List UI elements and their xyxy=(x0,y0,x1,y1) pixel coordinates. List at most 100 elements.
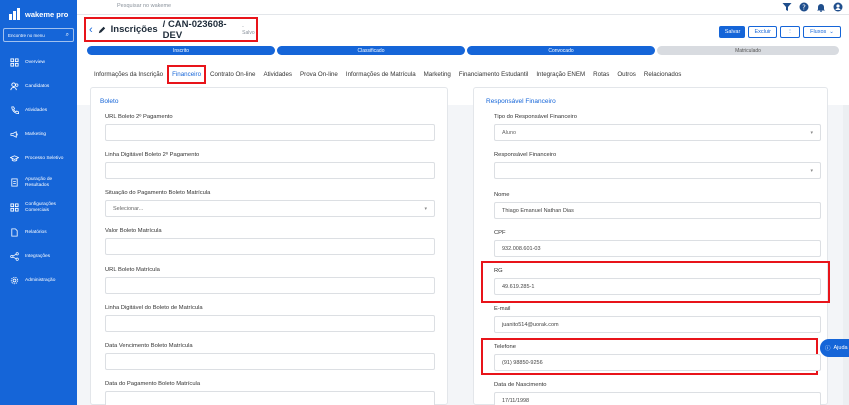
field-label: Linha Digitável Boleto 2º Pagamento xyxy=(105,152,200,158)
sidebar-item-processo-seletivo[interactable]: Processo Seletivo xyxy=(0,146,77,170)
svg-text:?: ? xyxy=(802,4,806,12)
title-module: Inscrições xyxy=(110,24,158,35)
tab-informacoes-inscricao[interactable]: Informações da Inscrição xyxy=(90,71,167,78)
field-label: Data Vencimento Boleto Matrícula xyxy=(105,343,193,349)
rg-input[interactable]: 49.619.285-1 xyxy=(494,278,821,295)
flows-dropdown[interactable]: Fluxos ⌄ xyxy=(803,26,841,38)
email-input[interactable]: juanito514@uorak.com xyxy=(494,316,821,333)
help-icon[interactable]: ? xyxy=(799,2,809,12)
search-icon: ⌕ xyxy=(65,31,69,38)
brand-name: wakeme pro xyxy=(25,9,69,19)
sidebar-item-atividades[interactable]: Atividades xyxy=(0,98,77,122)
sidebar-item-label: Relatórios xyxy=(25,229,47,235)
cpf-input[interactable]: 932.008.601-03 xyxy=(494,240,821,257)
help-label: Ajuda xyxy=(833,345,848,351)
edit-pencil-icon[interactable] xyxy=(98,21,106,39)
sidebar-item-integracoes[interactable]: Integrações xyxy=(0,244,77,268)
sidebar-item-administracao[interactable]: Administração xyxy=(0,268,77,292)
save-button[interactable]: Salvar xyxy=(719,26,746,38)
field-label: E-mail xyxy=(494,306,511,312)
stage-convocado[interactable]: Convocado xyxy=(467,46,655,55)
url-boleto-matricula-input[interactable] xyxy=(105,277,435,294)
linha-digitavel-2-pagamento-input[interactable] xyxy=(105,162,435,179)
field-label: Nome xyxy=(494,192,510,198)
back-arrow-icon[interactable]: ‹ xyxy=(89,24,93,36)
more-options-button[interactable]: ⋮ xyxy=(780,26,800,38)
responsavel-financeiro-panel: Responsável Financeiro Tipo do Responsáv… xyxy=(473,87,830,405)
valor-boleto-input[interactable] xyxy=(105,238,435,255)
tab-marketing[interactable]: Marketing xyxy=(420,71,455,78)
sidebar-item-label: Configurações Comerciais xyxy=(25,201,56,213)
field-label: URL Boleto Matrícula xyxy=(105,267,160,273)
phone-icon xyxy=(10,105,19,115)
question-icon: ⓘ xyxy=(825,346,831,352)
panel-title: Boleto xyxy=(100,98,119,105)
menu-search-input[interactable]: Encontre no menu ⌕ xyxy=(3,28,74,42)
field-label: Tipo do Responsável Financeiro xyxy=(494,114,577,120)
page-scrollbar[interactable] xyxy=(843,105,849,405)
tab-rotas[interactable]: Rotas xyxy=(589,71,613,78)
chevron-down-icon: ⌄ xyxy=(829,29,834,35)
logo-icon xyxy=(9,8,20,20)
stage-matriculado[interactable]: Matriculado xyxy=(657,46,839,55)
tipo-responsavel-select[interactable]: Aluno ▾ xyxy=(494,124,821,141)
sidebar-item-overview[interactable]: Overview xyxy=(0,50,77,74)
brand-logo[interactable]: wakeme pro xyxy=(0,0,77,28)
sidebar-item-relatorios[interactable]: Relatórios xyxy=(0,220,77,244)
select-value: Aluno xyxy=(502,129,517,136)
data-nascimento-input[interactable]: 17/11/1998 xyxy=(494,392,821,405)
tab-financeiro[interactable]: Financeiro xyxy=(167,65,207,84)
data-pagamento-input[interactable] xyxy=(105,391,435,405)
sidebar-item-label: Apuração de Resultados xyxy=(25,176,53,188)
menu-search-placeholder: Encontre no menu xyxy=(8,32,45,38)
megaphone-icon xyxy=(10,130,19,139)
tab-atividades[interactable]: Atividades xyxy=(259,71,296,78)
sidebar-item-label: Marketing xyxy=(25,131,47,137)
document-icon xyxy=(10,178,19,187)
help-button[interactable]: ⓘ Ajuda xyxy=(820,339,849,357)
url-boleto-2-pagamento-input[interactable] xyxy=(105,124,435,141)
title-record-code: / CAN-023608-DEV xyxy=(162,18,227,41)
page-title: ‹ Inscrições / CAN-023608-DEV - Salvo xyxy=(84,17,258,42)
panel-title: Responsável Financeiro xyxy=(486,98,556,105)
tab-integracao-enem[interactable]: Integração ENEM xyxy=(532,71,589,78)
situacao-pagamento-select[interactable]: Selecionar... ▾ xyxy=(105,200,435,217)
top-icons: ? xyxy=(782,2,843,12)
tab-relacionados[interactable]: Relacionados xyxy=(640,71,686,78)
field-label: Telefone xyxy=(494,344,516,350)
sidebar-item-label: Candidatos xyxy=(25,83,50,89)
tab-outros[interactable]: Outros xyxy=(613,71,640,78)
nome-input[interactable]: Thiago Emanuel Nathan Dias xyxy=(494,202,821,219)
sidebar-item-marketing[interactable]: Marketing xyxy=(0,122,77,146)
avatar[interactable] xyxy=(833,2,843,12)
sidebar-item-label: Integrações xyxy=(25,253,51,259)
linha-digitavel-matricula-input[interactable] xyxy=(105,315,435,332)
sidebar-item-configuracoes[interactable]: Configurações Comerciais xyxy=(0,195,77,220)
field-label: Valor Boleto Matrícula xyxy=(105,228,162,234)
share-icon xyxy=(10,251,19,261)
data-vencimento-input[interactable] xyxy=(105,353,435,370)
chevron-down-icon: ▾ xyxy=(424,205,427,212)
responsavel-financeiro-select[interactable]: ▾ xyxy=(494,162,821,179)
telefone-input[interactable]: (91) 98850-9256 xyxy=(494,354,821,371)
global-search-input[interactable]: Pesquisar no wakeme xyxy=(117,3,171,9)
field-label: Linha Digitável do Boleto de Matrícula xyxy=(105,305,203,311)
chevron-down-icon: ▾ xyxy=(810,129,813,136)
users-icon xyxy=(10,81,19,91)
tab-financiamento-estudantil[interactable]: Financiamento Estudantil xyxy=(455,71,532,78)
tab-prova-online[interactable]: Prova On-line xyxy=(296,71,342,78)
sidebar: wakeme pro Encontre no menu ⌕ Overview C… xyxy=(0,0,77,405)
boleto-panel: Boleto URL Boleto 2º Pagamento Linha Dig… xyxy=(90,87,448,405)
sidebar-item-apuracao[interactable]: Apuração de Resultados xyxy=(0,170,77,195)
tab-contrato-online[interactable]: Contrato On-line xyxy=(206,71,259,78)
filter-icon[interactable] xyxy=(782,2,792,12)
sidebar-item-candidatos[interactable]: Candidatos xyxy=(0,74,77,98)
top-bar: Pesquisar no wakeme ? xyxy=(77,0,849,15)
delete-button[interactable]: Excluir xyxy=(748,26,777,38)
stage-inscrito[interactable]: Inscrito xyxy=(87,46,275,55)
bell-icon[interactable] xyxy=(816,2,826,12)
tab-informacoes-matricula[interactable]: Informações de Matrícula xyxy=(342,71,420,78)
grid-icon xyxy=(10,203,19,212)
stage-classificado[interactable]: Classificado xyxy=(277,46,465,55)
field-label: CPF xyxy=(494,230,506,236)
